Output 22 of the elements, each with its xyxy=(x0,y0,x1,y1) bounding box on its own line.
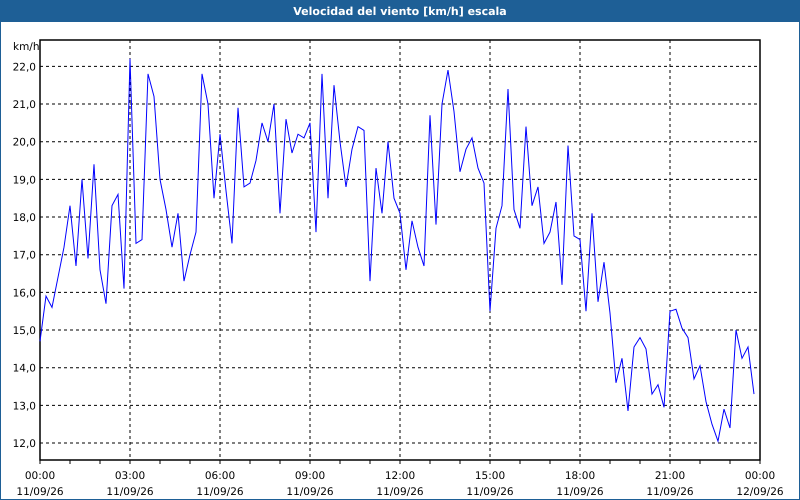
y-tick-label: 15,0 xyxy=(12,325,36,338)
x-tick-label: 21:00 11/09/26 xyxy=(646,470,694,498)
y-tick-label: 13,0 xyxy=(12,400,36,412)
y-tick-label: 18,0 xyxy=(12,212,36,224)
x-tick-label: 06:00 11/09/26 xyxy=(196,470,244,498)
x-tick-label: 00:00 11/09/26 xyxy=(16,470,64,498)
y-tick-label: 22,0 xyxy=(12,61,36,74)
window-title: Velocidad del viento [km/h] escala xyxy=(1,1,799,22)
x-tick-label: 15:00 11/09/26 xyxy=(466,470,514,498)
y-tick-label: 14,0 xyxy=(12,362,36,375)
y-tick-label: 17,0 xyxy=(12,250,36,262)
x-tick-label: 09:00 11/09/26 xyxy=(286,470,334,498)
y-tick-label: 12,0 xyxy=(12,438,36,450)
x-tick-label: 12:00 11/09/26 xyxy=(376,470,424,498)
x-tick-label: 00:00 12/09/26 xyxy=(736,470,784,498)
y-tick-label: 20,0 xyxy=(12,136,36,149)
y-tick-label: 16,0 xyxy=(12,287,36,300)
y-tick-label: 21,0 xyxy=(12,99,36,112)
x-tick-label: 18:00 11/09/26 xyxy=(556,470,604,498)
y-tick-label: 19,0 xyxy=(12,174,36,186)
x-tick-label: 03:00 11/09/26 xyxy=(106,470,154,498)
y-axis-label: km/h xyxy=(13,41,40,53)
